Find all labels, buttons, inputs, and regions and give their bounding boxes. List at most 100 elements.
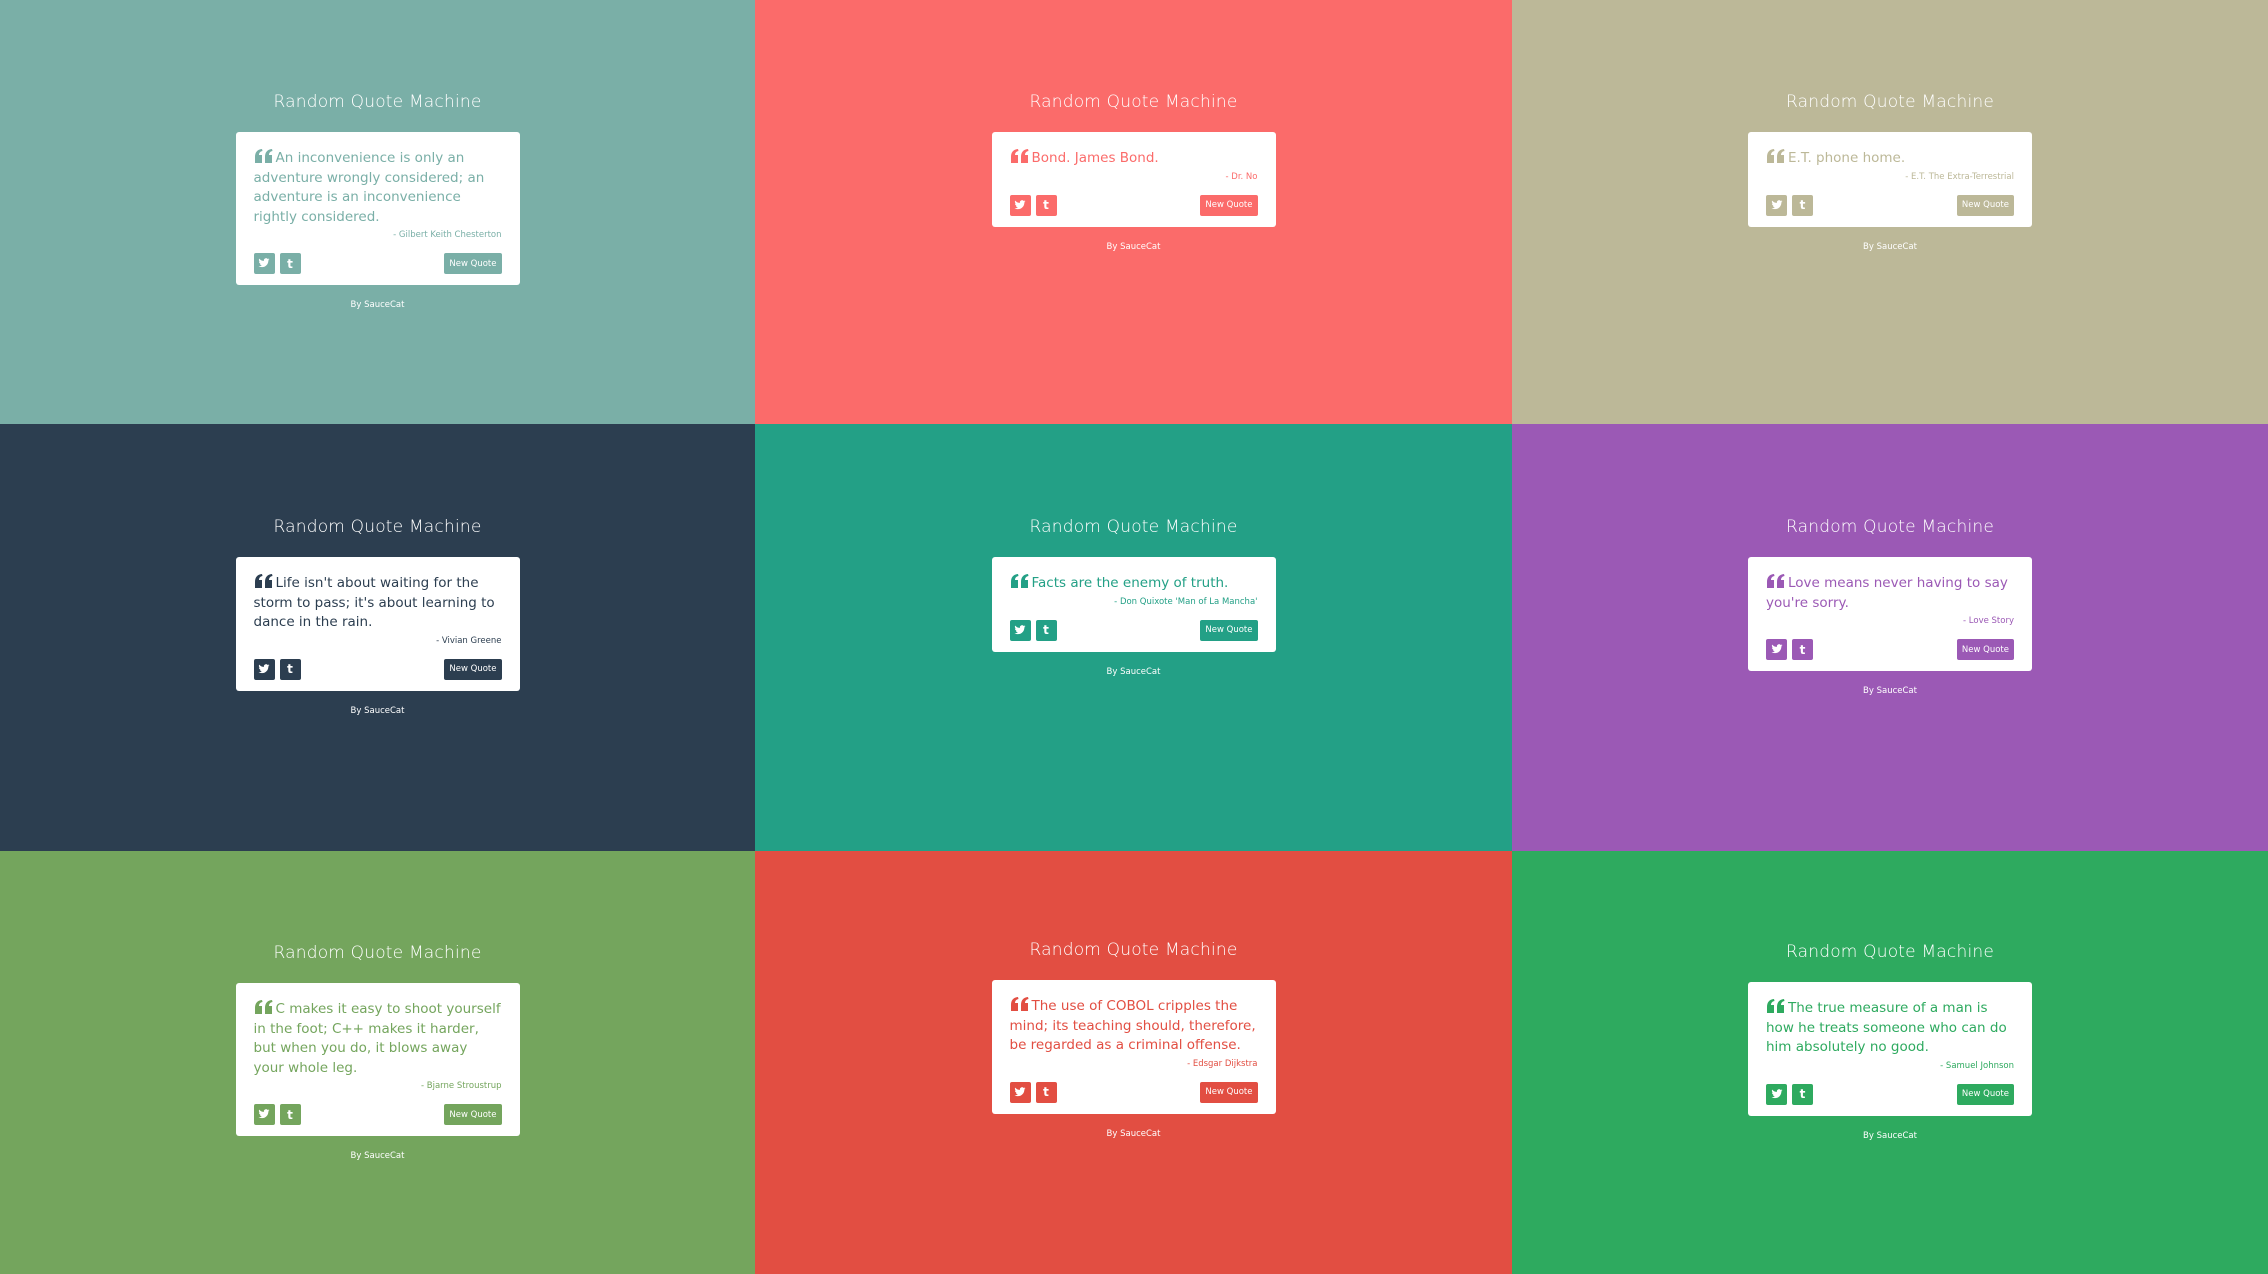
quote-card: The true measure of a man is how he trea…	[1748, 982, 2032, 1116]
app-title: Random Quote Machine	[1029, 940, 1238, 960]
quote-text: Bond. James Bond.	[1010, 149, 1258, 169]
quote-panel-grid: Random Quote Machine An inconvenience is…	[0, 0, 2268, 1274]
quote-card: An inconvenience is only an adventure wr…	[235, 132, 520, 285]
quote-card: The use of COBOL cripples the mind; its …	[991, 980, 1276, 1114]
card-controls: t New Quote	[253, 658, 502, 680]
app-title: Random Quote Machine	[1785, 92, 1995, 112]
author-credit: By SauceCat	[1106, 241, 1161, 252]
quote-text: Love means never having to say you're so…	[1766, 574, 2014, 613]
new-quote-button[interactable]: New Quote	[1956, 194, 2014, 216]
new-quote-button[interactable]: New Quote	[1956, 1083, 2014, 1105]
tumblr-share-button[interactable]: t	[1035, 194, 1057, 216]
quote-mark-icon	[1766, 999, 1785, 1013]
quote-author: - Love Story	[1963, 616, 2014, 626]
quote-panel: Random Quote Machine E.T. phone home. - …	[1512, 0, 2268, 424]
twitter-icon	[1771, 640, 1783, 659]
quote-body: Facts are the enemy of truth.	[1031, 575, 1229, 591]
quote-card: E.T. phone home. - E.T. The Extra-Terres…	[1748, 132, 2032, 227]
quote-panel: Random Quote Machine Facts are the enemy…	[755, 424, 1512, 851]
author-credit: By SauceCat	[1106, 666, 1161, 677]
new-quote-button[interactable]: New Quote	[1200, 1081, 1258, 1103]
twitter-icon	[1771, 196, 1783, 215]
share-buttons: t	[253, 1104, 301, 1125]
twitter-share-button[interactable]	[1766, 194, 1787, 216]
tumblr-share-button[interactable]: t	[279, 658, 301, 680]
share-buttons: t	[1766, 639, 1813, 660]
app-title: Random Quote Machine	[1785, 517, 1995, 537]
new-quote-button[interactable]: New Quote	[1200, 619, 1258, 641]
app-title: Random Quote Machine	[273, 943, 482, 963]
app-title: Random Quote Machine	[1029, 517, 1238, 537]
quote-text: C makes it easy to shoot yourself in the…	[254, 1000, 502, 1078]
tumblr-icon: t	[1043, 1085, 1049, 1099]
quote-author: - E.T. The Extra-Terrestrial	[1905, 171, 2014, 182]
tumblr-icon: t	[1799, 1087, 1806, 1101]
twitter-share-button[interactable]	[1009, 194, 1031, 216]
author-credit: By SauceCat	[350, 705, 405, 716]
card-controls: t New Quote	[1766, 194, 2014, 216]
author-credit: By SauceCat	[350, 1151, 405, 1161]
card-controls: t New Quote	[253, 253, 502, 274]
tumblr-icon: t	[1799, 198, 1806, 212]
quote-panel: Random Quote Machine Bond. James Bond. -…	[755, 0, 1512, 424]
quote-card: Life isn't about waiting for the storm t…	[235, 557, 520, 691]
new-quote-button[interactable]: New Quote	[444, 658, 502, 680]
quote-author: - Samuel Johnson	[1940, 1060, 2014, 1071]
quote-text: Facts are the enemy of truth.	[1010, 574, 1258, 594]
quote-panel: Random Quote Machine The use of COBOL cr…	[755, 851, 1512, 1274]
twitter-share-button[interactable]	[253, 1104, 275, 1125]
quote-author: - Edsgar Dijkstra	[1187, 1058, 1258, 1069]
quote-author: - Gilbert Keith Chesterton	[393, 230, 502, 240]
card-controls: t New Quote	[1009, 194, 1258, 216]
twitter-share-button[interactable]	[1009, 1081, 1031, 1103]
twitter-share-button[interactable]	[253, 658, 275, 680]
quote-panel: Random Quote Machine Love means never ha…	[1512, 424, 2268, 851]
quote-body: Bond. James Bond.	[1031, 150, 1159, 166]
tumblr-share-button[interactable]: t	[279, 1104, 301, 1125]
twitter-share-button[interactable]	[1766, 639, 1787, 660]
tumblr-icon: t	[287, 256, 293, 271]
share-buttons: t	[1766, 194, 1813, 216]
new-quote-button[interactable]: New Quote	[444, 253, 502, 274]
card-controls: t New Quote	[253, 1104, 502, 1125]
tumblr-share-button[interactable]: t	[1792, 194, 1813, 216]
quote-mark-icon	[254, 574, 273, 588]
quote-text: An inconvenience is only an adventure wr…	[254, 149, 502, 227]
new-quote-button[interactable]: New Quote	[1200, 194, 1258, 216]
tumblr-share-button[interactable]: t	[1792, 639, 1813, 660]
twitter-icon	[258, 1105, 270, 1124]
quote-body: Life isn't about waiting for the storm t…	[253, 575, 495, 630]
twitter-share-button[interactable]	[1766, 1083, 1787, 1105]
tumblr-share-button[interactable]: t	[1792, 1083, 1813, 1105]
quote-mark-icon	[1010, 574, 1029, 588]
quote-card: Bond. James Bond. - Dr. No t New Quote	[991, 132, 1276, 227]
quote-mark-icon	[1766, 574, 1785, 588]
share-buttons: t	[1009, 1081, 1057, 1103]
quote-mark-icon	[254, 1000, 273, 1014]
tumblr-share-button[interactable]: t	[1035, 619, 1057, 641]
share-buttons: t	[1009, 194, 1057, 216]
twitter-icon	[1014, 196, 1026, 215]
quote-author: - Vivian Greene	[436, 635, 502, 646]
tumblr-share-button[interactable]: t	[279, 253, 301, 274]
quote-card: C makes it easy to shoot yourself in the…	[235, 983, 520, 1136]
twitter-icon	[1014, 621, 1026, 640]
twitter-share-button[interactable]	[253, 253, 275, 274]
twitter-icon	[258, 660, 270, 679]
quote-text: Life isn't about waiting for the storm t…	[254, 574, 502, 633]
card-controls: t New Quote	[1766, 639, 2014, 660]
quote-body: The use of COBOL cripples the mind; its …	[1009, 998, 1256, 1053]
twitter-icon	[1014, 1083, 1026, 1102]
tumblr-icon: t	[1799, 642, 1806, 657]
tumblr-share-button[interactable]: t	[1035, 1081, 1057, 1103]
twitter-icon	[258, 254, 270, 273]
quote-author: - Dr. No	[1225, 171, 1258, 182]
share-buttons: t	[1009, 619, 1057, 641]
share-buttons: t	[253, 658, 301, 680]
new-quote-button[interactable]: New Quote	[444, 1104, 502, 1125]
twitter-share-button[interactable]	[1009, 619, 1031, 641]
share-buttons: t	[253, 253, 301, 274]
new-quote-button[interactable]: New Quote	[1956, 639, 2014, 660]
share-buttons: t	[1766, 1083, 1813, 1105]
quote-panel: Random Quote Machine Life isn't about wa…	[0, 424, 755, 851]
